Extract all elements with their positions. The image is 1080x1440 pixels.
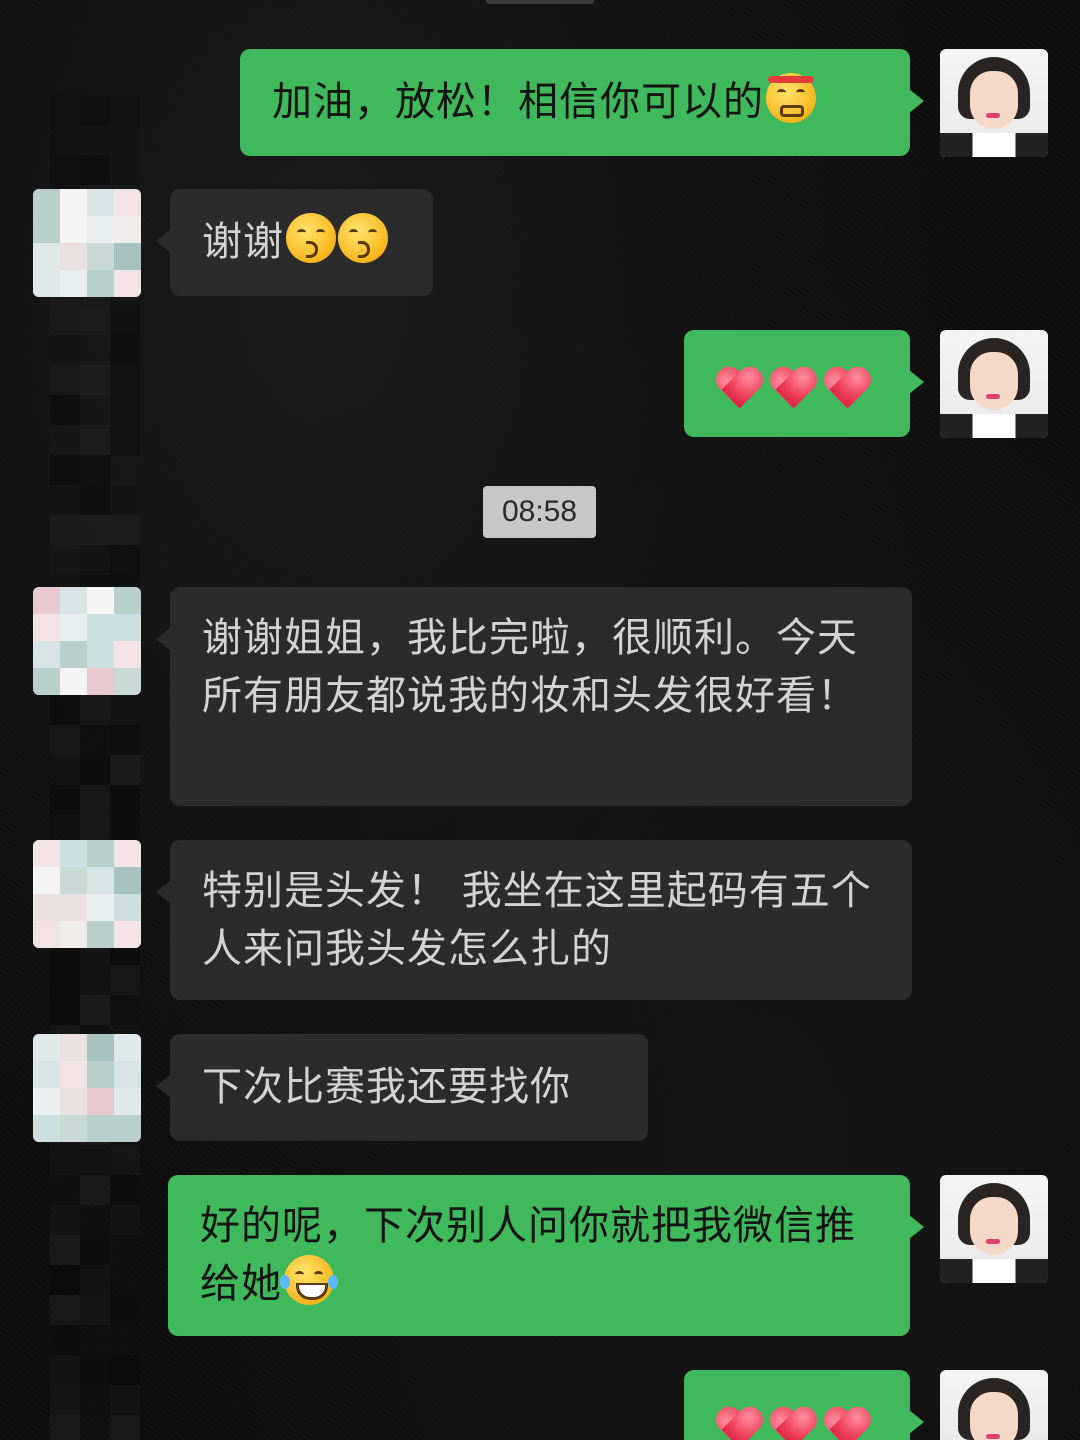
timestamp-divider: 08:58 bbox=[483, 486, 596, 538]
my-avatar[interactable] bbox=[940, 49, 1048, 157]
message-text: 特别是头发！ 我坐在这里起码有五个人来问我头发怎么扎的 bbox=[202, 868, 872, 972]
message-text: 谢谢 bbox=[202, 219, 284, 265]
message-bubble-incoming[interactable]: 下次比赛我还要找你 bbox=[156, 1034, 648, 1141]
contact-avatar[interactable] bbox=[33, 840, 141, 948]
message-bubble-outgoing[interactable] bbox=[684, 1370, 924, 1440]
scroll-edge-indicator bbox=[486, 0, 594, 4]
red-heart-icon bbox=[822, 368, 872, 414]
red-heart-icon bbox=[768, 1408, 818, 1440]
my-avatar[interactable] bbox=[940, 330, 1048, 438]
kissing-face-icon bbox=[286, 213, 336, 263]
message-bubble-incoming[interactable]: 谢谢 bbox=[156, 189, 433, 296]
red-heart-icon bbox=[822, 1408, 872, 1440]
message-text: 谢谢姐姐，我比完啦，很顺利。今天所有朋友都说我的妆和头发很好看！ bbox=[202, 615, 858, 719]
message-bubble-incoming[interactable]: 特别是头发！ 我坐在这里起码有五个人来问我头发怎么扎的 bbox=[156, 840, 912, 1000]
message-bubble-outgoing[interactable]: 好的呢，下次别人问你就把我微信推给她 bbox=[168, 1175, 924, 1336]
message-bubble-incoming[interactable]: 谢谢姐姐，我比完啦，很顺利。今天所有朋友都说我的妆和头发很好看！ bbox=[156, 587, 912, 806]
message-text: 加油，放松！相信你可以的 bbox=[272, 79, 764, 125]
red-heart-icon bbox=[714, 1408, 764, 1440]
red-heart-icon bbox=[768, 368, 818, 414]
message-bubble-outgoing[interactable]: 加油，放松！相信你可以的 bbox=[240, 49, 924, 156]
my-avatar[interactable] bbox=[940, 1370, 1048, 1440]
contact-avatar[interactable] bbox=[33, 189, 141, 297]
red-heart-icon bbox=[714, 368, 764, 414]
message-text: 下次比赛我还要找你 bbox=[202, 1064, 571, 1110]
contact-avatar[interactable] bbox=[33, 587, 141, 695]
contact-avatar[interactable] bbox=[33, 1034, 141, 1142]
my-avatar[interactable] bbox=[940, 1175, 1048, 1283]
tears-of-joy-icon bbox=[280, 1255, 338, 1305]
kissing-face-icon bbox=[338, 213, 388, 263]
message-bubble-outgoing[interactable] bbox=[684, 330, 924, 437]
determined-face-icon bbox=[766, 73, 816, 123]
